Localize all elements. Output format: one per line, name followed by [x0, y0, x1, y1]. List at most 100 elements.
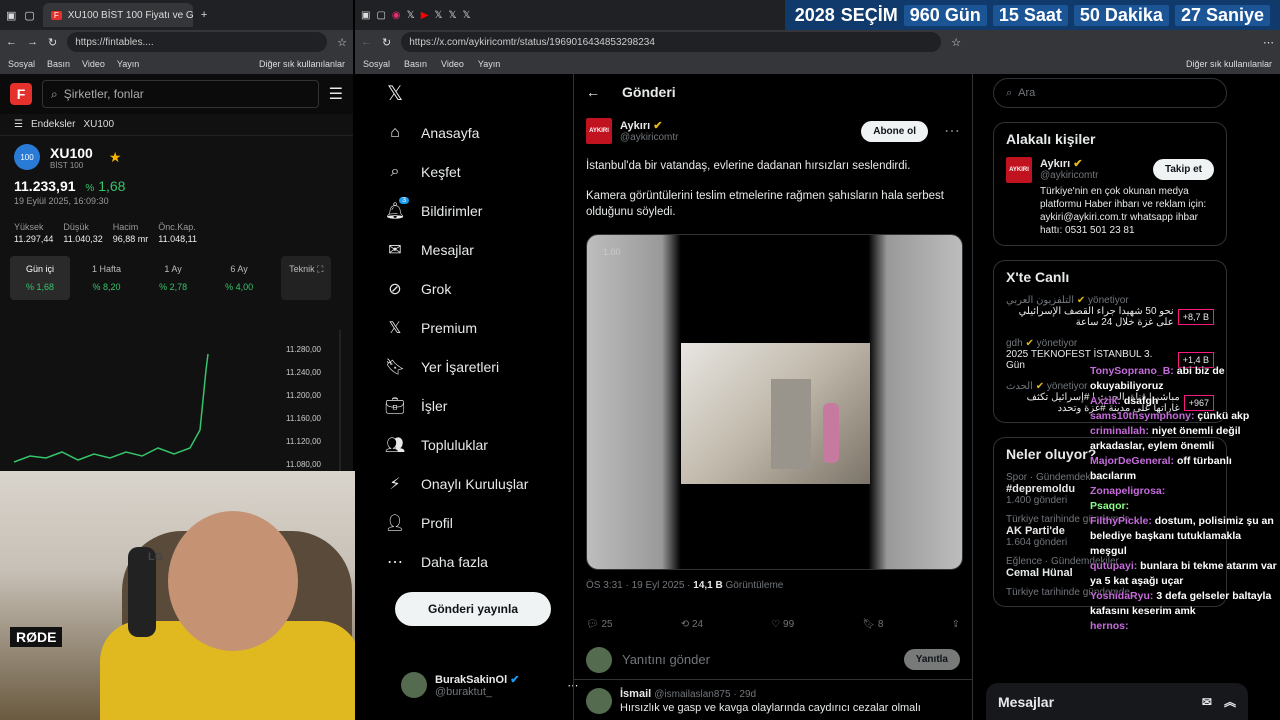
bookmark-folder-other[interactable]: Diğer sık kullanılanlar — [1186, 59, 1272, 69]
reply-button[interactable]: Yanıtla — [903, 649, 960, 670]
nav-verified-orgs[interactable]: ⚡︎ Onaylı Kuruluşlar — [385, 464, 585, 503]
chevron-up-icon[interactable]: ︽ — [1224, 693, 1236, 710]
y-tick: 11.200,00 — [286, 391, 321, 400]
reload-icon[interactable]: ↻ — [48, 36, 57, 49]
reply-action[interactable]: 💬︎ 25 — [586, 619, 613, 630]
post-video[interactable]: 1.00 — [586, 234, 963, 570]
bookmark-action[interactable]: 🔖︎ 8 — [862, 619, 883, 630]
home-icon: ⌂ — [390, 123, 400, 141]
more-icon[interactable]: ⋯ — [944, 121, 960, 141]
address-input[interactable]: https://x.com/aykiricomtr/status/1969016… — [401, 32, 942, 52]
nav-notifications[interactable]: 🔔︎ 3 Bildirimler — [385, 191, 585, 230]
crumb-current[interactable]: XU100 — [83, 119, 114, 130]
x-logo[interactable]: 𝕏 — [385, 74, 585, 113]
bookmark-folder-sosyal[interactable]: Sosyal — [8, 59, 35, 69]
workspaces-icon[interactable]: ▣ — [6, 9, 16, 22]
address-input[interactable]: https://fintables.... — [67, 32, 328, 52]
bookmark-folder-other[interactable]: Diğer sık kullanılanlar — [259, 59, 345, 69]
search-icon: ⌕ — [390, 162, 400, 180]
compose-message-icon[interactable]: ✉ — [1202, 695, 1212, 709]
author-name[interactable]: Aykırı — [620, 120, 650, 132]
tab-x-icon[interactable]: 𝕏 — [448, 10, 456, 21]
stat-high: Yüksek 11.297,44 — [14, 222, 54, 244]
search-placeholder: Ara — [1018, 87, 1036, 99]
tab-youtube-icon[interactable]: ▶ — [421, 10, 429, 21]
back-arrow-icon[interactable]: ← — [586, 84, 600, 100]
sidebar-search-input[interactable]: ⌕ Ara — [993, 78, 1227, 108]
bookmark-folder-video[interactable]: Video — [441, 59, 464, 69]
ticker-symbol: XU100 — [50, 144, 93, 161]
account-switcher[interactable]: BurakSakinOl ✔ @buraktut_ ⋯ — [401, 672, 578, 698]
nav-profile[interactable]: 👤︎ Profil — [385, 503, 585, 542]
back-icon[interactable]: ← — [361, 36, 372, 48]
extensions-icon[interactable]: ⋯ — [1263, 36, 1274, 49]
nav-messages[interactable]: ✉ Mesajlar — [385, 230, 585, 269]
workspaces-icon[interactable]: ▣ — [361, 10, 370, 21]
period-1m[interactable]: 1 Ay% 2,78 — [143, 256, 203, 300]
nav-communities[interactable]: 👥︎ Topluluklar — [385, 425, 585, 464]
video-timestamp: 1.00 — [603, 247, 621, 257]
period-intraday[interactable]: Gün içi% 1,68 — [10, 256, 71, 300]
bookmark-folder-sosyal[interactable]: Sosyal — [363, 59, 390, 69]
chat-message: Psaqor: — [1090, 500, 1130, 512]
author-avatar[interactable]: AYKIRI — [586, 118, 612, 144]
tab-actions-icon[interactable]: ▢ — [24, 9, 34, 22]
nav-explore[interactable]: ⌕ Keşfet — [385, 152, 585, 191]
right-tab-bar: ▣ ▢ ◉ 𝕏 ▶ 𝕏 𝕏 𝕏 2028 SEÇİM 960 Gün 15 Sa… — [355, 0, 1280, 30]
bookmark-folder-basin[interactable]: Basın — [404, 59, 427, 69]
reply-author-avatar[interactable] — [586, 688, 612, 714]
like-action[interactable]: ♡ 99 — [771, 619, 794, 630]
stat-low: Düşük 11.040,32 — [63, 222, 103, 244]
tab-fintables[interactable]: F XU100 BİST 100 Fiyatı ve Grafi ✕ — [42, 3, 193, 27]
nav-home[interactable]: ⌂ Anasayfa — [385, 113, 585, 152]
fintables-logo[interactable]: F — [10, 83, 32, 105]
crumb-indices[interactable]: Endeksler — [31, 119, 75, 130]
reply-author-name[interactable]: İsmail — [620, 688, 651, 700]
tab-actions-icon[interactable]: ▢ — [376, 10, 385, 21]
period-1w[interactable]: 1 Hafta% 8,20 — [76, 256, 137, 300]
nav-bookmarks[interactable]: 🔖︎ Yer İşaretleri — [385, 347, 585, 386]
follow-button[interactable]: Takip et — [1152, 158, 1214, 180]
nav-more[interactable]: ⋯ Daha fazla — [385, 542, 585, 581]
bookmark-folder-basin[interactable]: Basın — [47, 59, 70, 69]
bookmark-folder-yayin[interactable]: Yayın — [478, 59, 500, 69]
forward-icon[interactable]: → — [27, 36, 38, 48]
tab-x-icon[interactable]: 𝕏 — [434, 10, 442, 21]
related-avatar[interactable]: AYKIRI — [1006, 157, 1032, 183]
related-bio: Türkiye'nin en çok okunan medya platform… — [1040, 186, 1207, 236]
menu-icon[interactable]: ☰ — [329, 84, 343, 104]
bookmark-folder-yayin[interactable]: Yayın — [117, 59, 139, 69]
reply-input[interactable]: Yanıtını gönder — [622, 652, 710, 667]
favorite-star-icon[interactable]: ★ — [109, 149, 122, 166]
tab-x-icon[interactable]: 𝕏 — [463, 10, 471, 21]
fintables-search-input[interactable]: ⌕ Şirketler, fonlar — [42, 80, 319, 108]
notification-badge: 3 — [399, 196, 409, 204]
repost-action[interactable]: ⟲ 24 — [681, 619, 703, 630]
related-title: Alakalı kişiler — [1006, 131, 1096, 147]
bookmark-folder-video[interactable]: Video — [82, 59, 105, 69]
post-header: ← Gönderi — [574, 74, 972, 110]
teknik-button[interactable]: Teknik ⛶ — [281, 256, 332, 300]
nav-jobs[interactable]: 💼︎ İşler — [385, 386, 585, 425]
share-icon[interactable]: ⇪ — [952, 619, 960, 630]
ticker-subtitle: BİST 100 — [50, 160, 84, 170]
subscribe-button[interactable]: Abone ol — [861, 120, 928, 142]
post-button[interactable]: Gönderi yayınla — [395, 592, 551, 626]
tab-x-icon[interactable]: 𝕏 — [407, 10, 415, 21]
messages-drawer[interactable]: Mesajlar ✉ ︽ — [986, 683, 1248, 720]
star-icon[interactable]: ☆ — [951, 36, 961, 49]
candles — [13, 353, 209, 463]
related-name[interactable]: Aykırı — [1040, 158, 1070, 170]
price-value: 11.233,91 — [14, 178, 76, 194]
reload-icon[interactable]: ↻ — [382, 36, 391, 49]
chart-y-axis: 11.280,00 11.240,00 11.200,00 11.160,00 … — [286, 338, 321, 476]
fintables-header: F ⌕ Şirketler, fonlar ☰ — [0, 74, 353, 114]
live-item[interactable]: التلفزيون العربي ✔ yönetiyor نحو 50 شهيد… — [1006, 295, 1214, 328]
star-icon[interactable]: ☆ — [337, 36, 347, 49]
period-6m[interactable]: 6 Ay% 4,00 — [209, 256, 269, 300]
nav-premium[interactable]: 𝕏 Premium — [385, 308, 585, 347]
new-tab-icon[interactable]: + — [201, 9, 207, 21]
nav-grok[interactable]: ⊘ Grok — [385, 269, 585, 308]
tab-instagram-icon[interactable]: ◉ — [392, 10, 401, 21]
back-icon[interactable]: ← — [6, 36, 17, 48]
